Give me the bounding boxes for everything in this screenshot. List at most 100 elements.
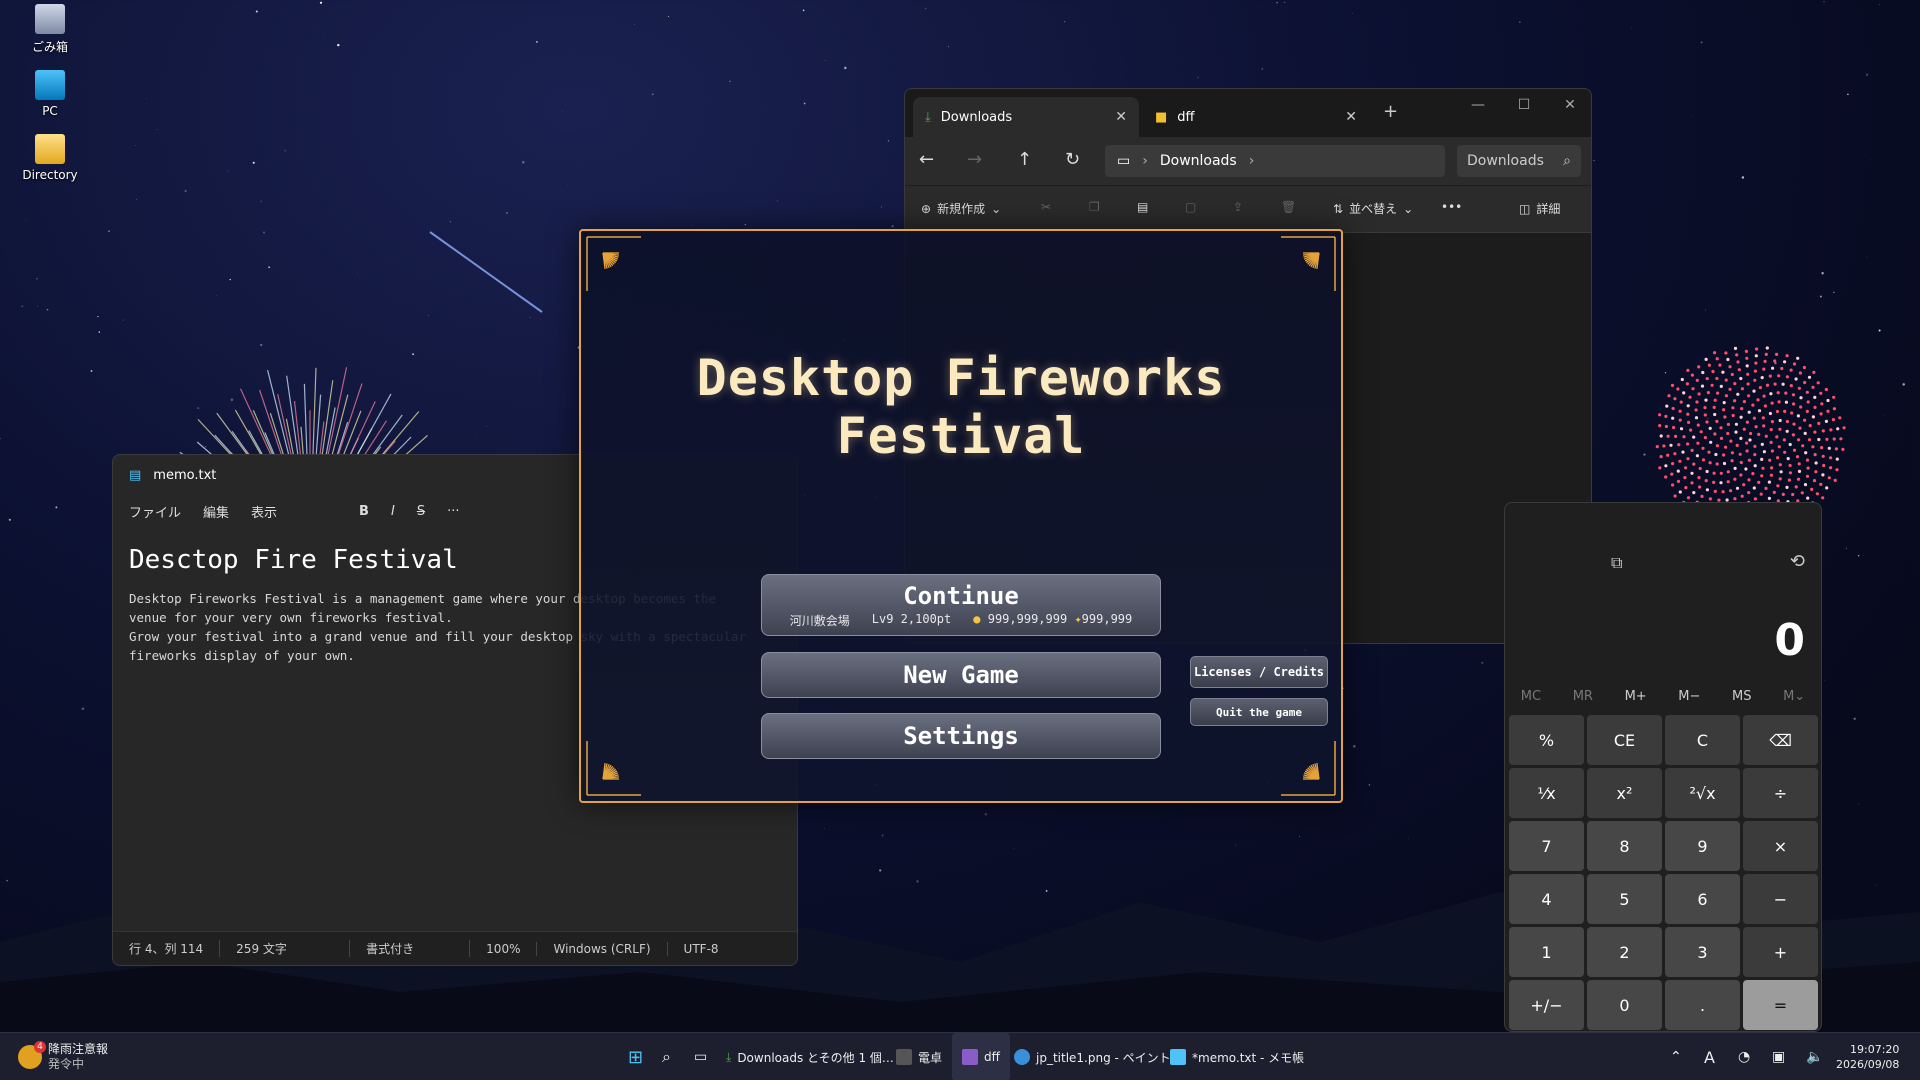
key-clear-entry[interactable]: CE bbox=[1587, 715, 1662, 765]
key-negate[interactable]: +/− bbox=[1509, 980, 1584, 1030]
strikethrough-icon[interactable]: S bbox=[417, 504, 425, 519]
key-add[interactable]: + bbox=[1743, 927, 1818, 977]
menu-file[interactable]: ファイル bbox=[129, 502, 181, 521]
calculator-icon bbox=[896, 1049, 912, 1065]
key-reciprocal[interactable]: ⅟x bbox=[1509, 768, 1584, 818]
volume-icon[interactable]: 🔈 bbox=[1806, 1033, 1823, 1080]
focus-icon[interactable]: ◔ bbox=[1738, 1033, 1750, 1080]
key-percent[interactable]: % bbox=[1509, 715, 1584, 765]
key-square-root[interactable]: ²√x bbox=[1665, 768, 1740, 818]
network-icon[interactable]: ▣ bbox=[1772, 1033, 1785, 1080]
plus-circle-icon: ⊕ bbox=[921, 201, 932, 216]
taskbar-app-calculator[interactable]: 電卓 bbox=[896, 1033, 942, 1080]
settings-button[interactable]: Settings bbox=[761, 713, 1161, 759]
cut-icon[interactable]: ✂ bbox=[1041, 200, 1051, 214]
sort-button[interactable]: ⇅ 並べ替え ⌄ bbox=[1333, 200, 1413, 217]
licenses-credits-button[interactable]: Licenses / Credits bbox=[1190, 656, 1328, 688]
refresh-icon[interactable]: ↻ bbox=[1065, 149, 1080, 170]
calculator-window[interactable]: ⧉ ⟲ 0 MC MR M+ M− MS M⌄ % CE C ⌫ ⅟x x² ²√x ÷ 7 8 9… bbox=[1504, 502, 1822, 1032]
key-seven[interactable]: 7 bbox=[1509, 821, 1584, 871]
key-backspace[interactable]: ⌫ bbox=[1743, 715, 1818, 765]
memory-clear-button[interactable]: MC bbox=[1521, 689, 1541, 704]
recycle-bin-icon bbox=[35, 4, 65, 34]
key-one[interactable]: 1 bbox=[1509, 927, 1584, 977]
keep-on-top-icon[interactable]: ⧉ bbox=[1611, 553, 1622, 573]
new-button[interactable]: ⊕ 新規作成 ⌄ bbox=[921, 200, 1001, 217]
task-view-icon[interactable]: ▭ bbox=[694, 1033, 707, 1080]
corner-ornament-icon bbox=[586, 236, 641, 291]
chevron-up-icon[interactable]: ⌃ bbox=[1670, 1033, 1682, 1080]
copy-icon[interactable]: ❐ bbox=[1089, 200, 1100, 214]
line-ending: Windows (CRLF) bbox=[537, 941, 668, 956]
game-title-window[interactable]: Desktop Fireworks Festival Continue 河川敷会… bbox=[579, 229, 1343, 803]
forward-icon[interactable]: → bbox=[967, 149, 982, 170]
breadcrumb-downloads[interactable]: Downloads bbox=[1160, 153, 1237, 169]
share-icon[interactable]: ⇪ bbox=[1233, 200, 1243, 214]
up-icon[interactable]: ↑ bbox=[1017, 149, 1032, 170]
address-bar[interactable]: ▭ › Downloads › bbox=[1105, 145, 1445, 177]
taskbar-app-paint[interactable]: jp_title1.png - ペイント bbox=[1014, 1033, 1171, 1080]
weather-widget[interactable]: 4 降雨注意報 発令中 bbox=[18, 1033, 108, 1080]
continue-button[interactable]: Continue 河川敷会場 Lv9 2,100pt ● 999,999,999… bbox=[761, 574, 1161, 636]
new-game-button[interactable]: New Game bbox=[761, 652, 1161, 698]
key-nine[interactable]: 9 bbox=[1665, 821, 1740, 871]
desktop-icon-recycle-bin[interactable]: ごみ箱 bbox=[20, 4, 80, 55]
ime-indicator[interactable]: A bbox=[1704, 1033, 1715, 1080]
more-icon[interactable]: ··· bbox=[447, 504, 459, 519]
new-tab-button[interactable]: + bbox=[1383, 101, 1398, 122]
key-three[interactable]: 3 bbox=[1665, 927, 1740, 977]
close-tab-icon[interactable]: ✕ bbox=[1345, 109, 1357, 125]
quit-game-button[interactable]: Quit the game bbox=[1190, 698, 1328, 726]
maximize-button[interactable]: ☐ bbox=[1501, 89, 1547, 121]
history-icon[interactable]: ⟲ bbox=[1790, 551, 1805, 572]
tab-downloads[interactable]: ⤓ Downloads ✕ bbox=[913, 97, 1139, 137]
desktop-icon-directory[interactable]: Directory bbox=[20, 134, 80, 182]
key-square[interactable]: x² bbox=[1587, 768, 1662, 818]
key-divide[interactable]: ÷ bbox=[1743, 768, 1818, 818]
key-six[interactable]: 6 bbox=[1665, 874, 1740, 924]
more-options-icon[interactable]: ••• bbox=[1441, 200, 1462, 214]
game-icon bbox=[962, 1049, 978, 1065]
key-five[interactable]: 5 bbox=[1587, 874, 1662, 924]
coin-count: 999,999,999 bbox=[987, 611, 1068, 626]
search-input[interactable]: Downloads ⌕ bbox=[1457, 145, 1581, 177]
tab-dff[interactable]: ■ dff ✕ bbox=[1143, 97, 1369, 137]
menu-view[interactable]: 表示 bbox=[251, 502, 277, 521]
memory-add-button[interactable]: M+ bbox=[1625, 689, 1647, 704]
level-points: Lv9 2,100pt bbox=[871, 611, 952, 626]
key-zero[interactable]: 0 bbox=[1587, 980, 1662, 1030]
memory-list-button[interactable]: M⌄ bbox=[1783, 689, 1805, 704]
minimize-button[interactable]: — bbox=[1455, 89, 1501, 121]
key-subtract[interactable]: − bbox=[1743, 874, 1818, 924]
memory-store-button[interactable]: MS bbox=[1732, 689, 1751, 704]
format-status[interactable]: 書式付き bbox=[350, 940, 471, 957]
italic-icon[interactable]: I bbox=[391, 504, 395, 519]
back-icon[interactable]: ← bbox=[919, 149, 934, 170]
close-tab-icon[interactable]: ✕ bbox=[1115, 109, 1127, 125]
bold-icon[interactable]: B bbox=[359, 504, 369, 519]
delete-icon[interactable]: 🗑 bbox=[1281, 200, 1296, 214]
desktop-icon-label: ごみ箱 bbox=[31, 40, 68, 54]
taskbar-app-notepad[interactable]: *memo.txt - メモ帳 bbox=[1170, 1033, 1304, 1080]
search-icon[interactable]: ⌕ bbox=[662, 1033, 671, 1080]
key-decimal[interactable]: . bbox=[1665, 980, 1740, 1030]
details-button[interactable]: ◫ 詳細 bbox=[1519, 200, 1560, 217]
menu-edit[interactable]: 編集 bbox=[203, 502, 229, 521]
explorer-tabbar: ⤓ Downloads ✕ ■ dff ✕ + — ☐ ✕ bbox=[905, 89, 1591, 137]
key-four[interactable]: 4 bbox=[1509, 874, 1584, 924]
paste-icon[interactable]: ▤ bbox=[1137, 200, 1148, 214]
memory-recall-button[interactable]: MR bbox=[1573, 689, 1593, 704]
key-multiply[interactable]: × bbox=[1743, 821, 1818, 871]
key-two[interactable]: 2 bbox=[1587, 927, 1662, 977]
key-clear[interactable]: C bbox=[1665, 715, 1740, 765]
key-equals[interactable]: = bbox=[1743, 980, 1818, 1030]
clock[interactable]: 19:07:20 2026/09/08 bbox=[1836, 1033, 1899, 1080]
taskbar-app-dff[interactable]: dff bbox=[952, 1033, 1010, 1080]
desktop-icon-pc[interactable]: PC bbox=[20, 70, 80, 118]
taskbar-app-explorer[interactable]: ⤓ Downloads とその他 1 個… bbox=[726, 1033, 894, 1080]
rename-icon[interactable]: ▢ bbox=[1185, 200, 1196, 214]
key-eight[interactable]: 8 bbox=[1587, 821, 1662, 871]
close-button[interactable]: ✕ bbox=[1547, 89, 1591, 121]
memory-subtract-button[interactable]: M− bbox=[1678, 689, 1700, 704]
start-icon[interactable]: ⊞ bbox=[628, 1033, 643, 1080]
